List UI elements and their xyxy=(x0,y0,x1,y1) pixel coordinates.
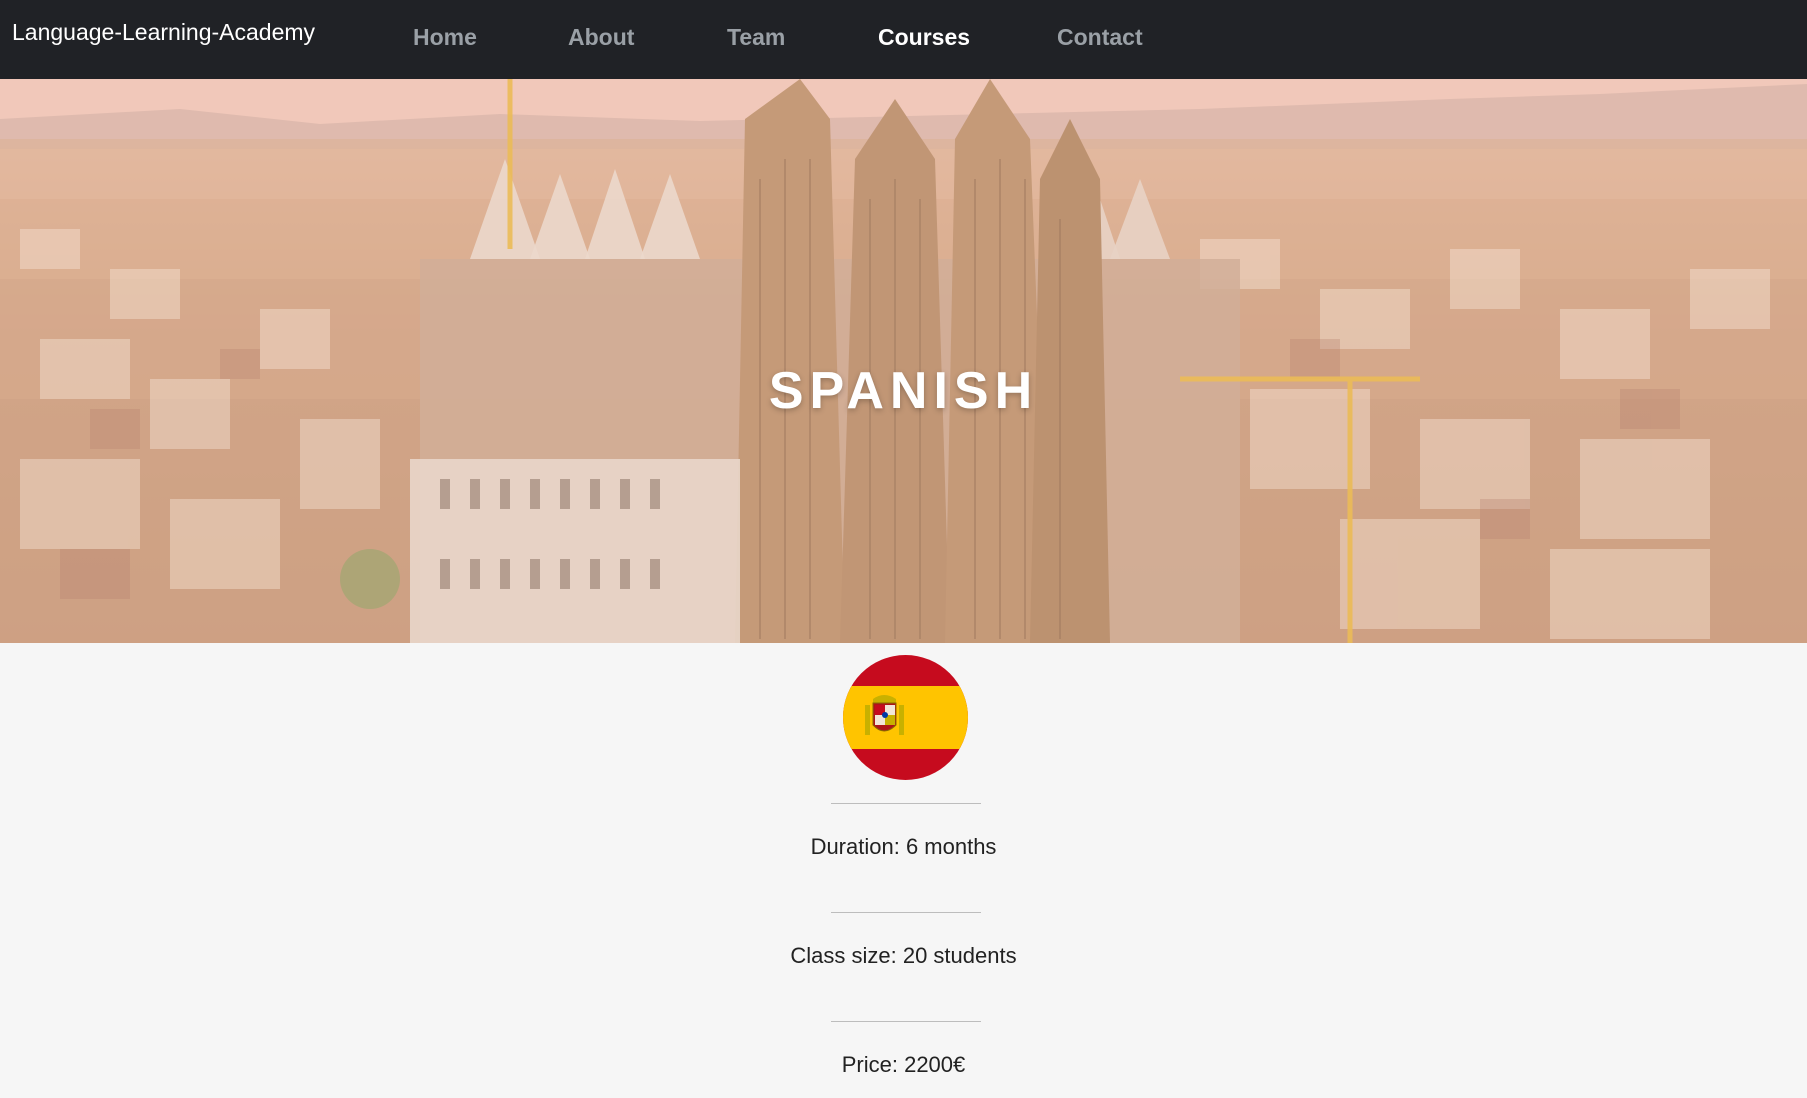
brand-logo-link[interactable]: Language-Learning-Academy xyxy=(12,17,315,47)
course-class-size: Class size: 20 students xyxy=(790,943,1017,968)
divider xyxy=(831,1021,981,1022)
divider xyxy=(831,803,981,804)
course-duration: Duration: 6 months xyxy=(810,834,997,859)
nav-team[interactable]: Team xyxy=(727,22,785,52)
course-price: Price: 2200€ xyxy=(841,1052,966,1077)
divider xyxy=(831,912,981,913)
spain-flag-icon xyxy=(843,655,968,780)
nav-courses[interactable]: Courses xyxy=(878,22,970,52)
nav-home[interactable]: Home xyxy=(413,22,477,52)
hero-title: SPANISH xyxy=(768,361,1039,420)
nav-about[interactable]: About xyxy=(568,22,634,52)
hero-banner: SPANISH xyxy=(0,79,1807,643)
navbar: Language-Learning-Academy Home About Tea… xyxy=(0,0,1807,79)
nav-contact[interactable]: Contact xyxy=(1057,22,1143,52)
